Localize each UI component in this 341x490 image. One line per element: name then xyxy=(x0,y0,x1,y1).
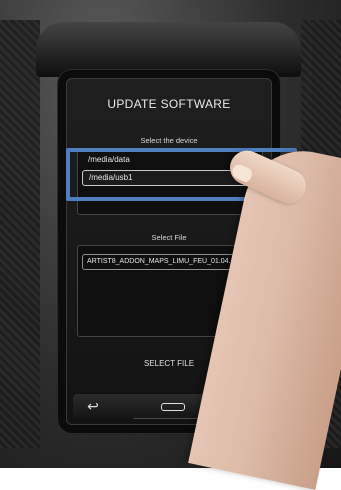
car-interior-photo: UPDATE SOFTWARE Select the device /media… xyxy=(0,0,341,490)
home-icon[interactable] xyxy=(153,394,193,418)
back-icon[interactable]: ↩ xyxy=(79,394,107,418)
carbon-fiber-left-panel xyxy=(0,20,40,448)
brand-script-logo xyxy=(56,38,284,64)
screen-title: UPDATE SOFTWARE xyxy=(107,97,231,111)
device-section-label: Select the device xyxy=(140,136,198,145)
